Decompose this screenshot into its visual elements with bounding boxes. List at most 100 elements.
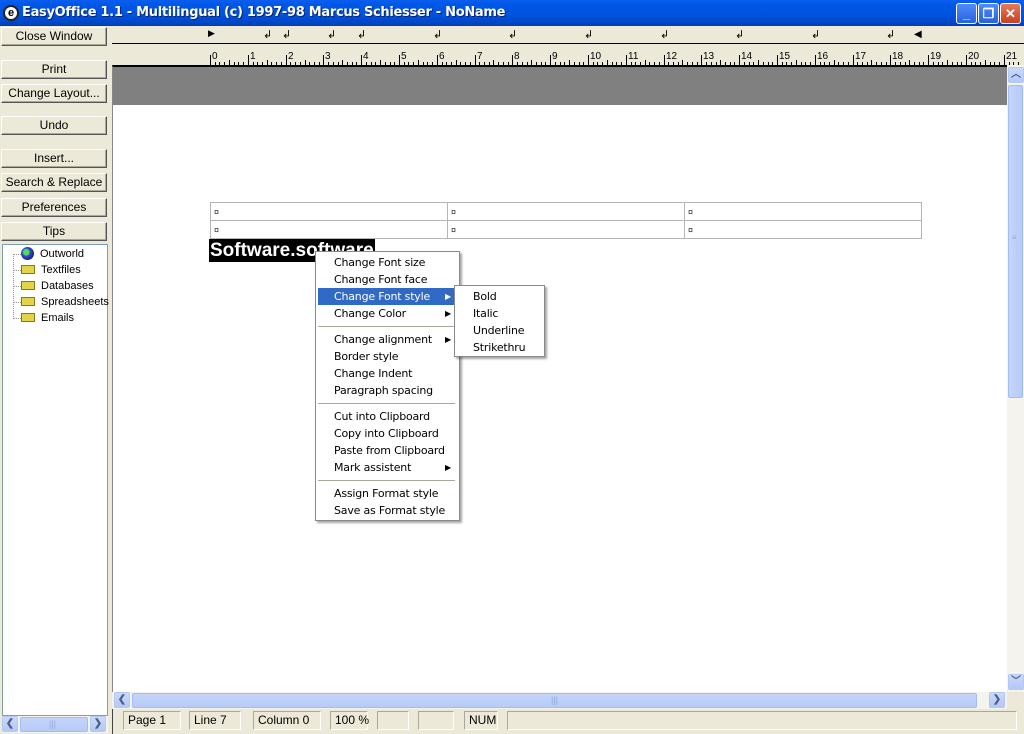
ruler-major-tick [361, 55, 362, 65]
scroll-left-button[interactable]: ❮ [2, 716, 18, 732]
scroll-right-button[interactable]: ❯ [989, 692, 1005, 708]
ruler-number: 7 [477, 51, 483, 62]
grip-icon: ≡ [1012, 233, 1017, 242]
tree-connector [13, 286, 21, 287]
scroll-right-button[interactable]: ❯ [90, 716, 106, 732]
tab-stop-marker[interactable]: ↲ [433, 29, 442, 40]
tree-horizontal-scrollbar[interactable]: ❮ ||| ❯ [2, 716, 108, 733]
close-button[interactable]: ✕ [1000, 3, 1021, 24]
undo-button[interactable]: Undo [1, 116, 107, 135]
ruler-number: 8 [514, 51, 520, 62]
table-cell[interactable]: ¤ [684, 202, 922, 221]
tree-connector [13, 318, 21, 319]
restore-button[interactable]: ❐ [978, 3, 999, 24]
menu-item-label: Change Indent [334, 367, 413, 380]
status-bar: Page 1 Line 7 Column 0 100 % NUM [112, 709, 1024, 734]
menu-item-paste-from-clipboard[interactable]: Paste from Clipboard [318, 442, 457, 459]
scroll-down-button[interactable]: ﹀ [1008, 674, 1024, 690]
document-area[interactable]: ¤ ¤ ¤ ¤ ¤ ¤ Software.software [112, 65, 1007, 692]
menu-item-change-color[interactable]: Change Color ▶ [318, 305, 457, 322]
table-cell[interactable]: ¤ [447, 220, 685, 239]
chevron-left-icon: ❮ [5, 718, 15, 729]
table-row: ¤ ¤ ¤ [210, 220, 922, 239]
close-window-button[interactable]: Close Window [1, 27, 107, 46]
ruler-major-tick [853, 55, 854, 65]
preferences-button[interactable]: Preferences [1, 198, 107, 217]
ruler-major-tick [701, 55, 702, 65]
ruler-number: 18 [892, 51, 904, 62]
submenu-item-strikethru[interactable]: Strikethru [457, 339, 542, 356]
menu-item-label: Save as Format style [334, 504, 446, 517]
menu-item-label: Paste from Clipboard [334, 444, 445, 457]
menu-item-change-indent[interactable]: Change Indent [318, 365, 457, 382]
app-icon[interactable]: e [3, 5, 19, 21]
menu-item-copy-into-clipboard[interactable]: Copy into Clipboard [318, 425, 457, 442]
menu-item-paragraph-spacing[interactable]: Paragraph spacing [318, 382, 457, 399]
menu-item-change-font-face[interactable]: Change Font face [318, 271, 457, 288]
tab-stop-marker[interactable]: ↲ [263, 29, 272, 40]
tab-ruler[interactable]: ▶ ↲ ↲ ↲ ↲ ↲ ↲ ↲ ↲ ↲ ↲ ↲ ◀ [112, 26, 1024, 44]
insert-button[interactable]: Insert... [1, 149, 107, 168]
menu-item-save-as-format-style[interactable]: Save as Format style [318, 502, 457, 519]
tab-stop-marker[interactable]: ↲ [811, 29, 820, 40]
measurement-ruler: 0 1 2 3 4 5 6 7 8 9 10 11 12 13 14 15 16 17 18 19 20 21 [112, 44, 1024, 65]
print-button[interactable]: Print [1, 60, 107, 79]
change-layout-button[interactable]: Change Layout... [1, 84, 107, 103]
tab-stop-marker[interactable]: ↲ [508, 29, 517, 40]
table-cell[interactable]: ¤ [684, 220, 922, 239]
submenu-item-bold[interactable]: Bold [457, 288, 542, 305]
vertical-scrollbar[interactable]: ︿ ≡ ﹀ [1007, 65, 1024, 692]
tree-item-textfiles[interactable]: Textfiles [21, 262, 81, 278]
close-icon: ✕ [1005, 6, 1016, 21]
tree-item-outworld[interactable]: Outworld [21, 246, 84, 262]
status-page: Page 1 [123, 711, 181, 730]
grip-icon: ||| [551, 695, 559, 705]
table-cell[interactable]: ¤ [447, 202, 685, 221]
scroll-left-button[interactable]: ❮ [114, 692, 130, 708]
menu-item-change-alignment[interactable]: Change alignment ▶ [318, 331, 457, 348]
tree-item-emails[interactable]: Emails [21, 310, 74, 326]
ruler-major-tick [286, 55, 287, 65]
table-cell[interactable]: ¤ [210, 202, 448, 221]
menu-separator [318, 480, 455, 481]
ruler-major-tick [664, 55, 665, 65]
menu-item-assign-format-style[interactable]: Assign Format style [318, 485, 457, 502]
menu-item-label: Mark assistent [334, 461, 412, 474]
tab-stop-marker[interactable]: ↲ [327, 29, 336, 40]
scroll-up-button[interactable]: ︿ [1008, 67, 1024, 83]
chevron-down-icon: ﹀ [1011, 676, 1021, 687]
right-indent-marker[interactable]: ◀ [914, 29, 922, 40]
ruler-number: 5 [401, 51, 407, 62]
ruler-number: 20 [968, 51, 980, 62]
menu-item-cut-into-clipboard[interactable]: Cut into Clipboard [318, 408, 457, 425]
menu-item-mark-assistent[interactable]: Mark assistent ▶ [318, 459, 457, 476]
menu-item-change-font-style[interactable]: Change Font style ▶ [318, 288, 457, 305]
table-cell[interactable]: ¤ [210, 220, 448, 239]
submenu-item-underline[interactable]: Underline [457, 322, 542, 339]
tips-button[interactable]: Tips [1, 222, 107, 241]
tab-stop-marker[interactable]: ↲ [584, 29, 593, 40]
left-indent-marker[interactable]: ▶ [208, 29, 215, 40]
horizontal-scroll-thumb[interactable]: ||| [132, 693, 977, 708]
vertical-scroll-thumb[interactable]: ≡ [1008, 85, 1023, 398]
search-replace-button[interactable]: Search & Replace [1, 173, 107, 192]
menu-item-change-font-size[interactable]: Change Font size [318, 254, 457, 271]
document-table[interactable]: ¤ ¤ ¤ ¤ ¤ ¤ [210, 202, 922, 239]
tab-stop-marker[interactable]: ↲ [660, 29, 669, 40]
menu-item-label: Cut into Clipboard [334, 410, 430, 423]
chevron-up-icon: ︿ [1011, 69, 1021, 80]
minimize-button[interactable]: _ [956, 3, 977, 24]
tab-stop-marker[interactable]: ↲ [357, 29, 366, 40]
folder-tree: Outworld Textfiles Databases Spreadsheet… [2, 244, 109, 716]
menu-item-border-style[interactable]: Border style [318, 348, 457, 365]
tree-item-spreadsheets[interactable]: Spreadsheets [21, 294, 109, 310]
ruler-number: 9 [552, 51, 558, 62]
tab-stop-marker[interactable]: ↲ [735, 29, 744, 40]
tab-stop-marker[interactable]: ↲ [886, 29, 895, 40]
scroll-thumb[interactable]: ||| [20, 717, 88, 732]
ruler-major-tick [210, 55, 211, 65]
horizontal-scrollbar[interactable]: ❮ ||| ❯ [112, 692, 1007, 709]
tree-item-databases[interactable]: Databases [21, 278, 94, 294]
tab-stop-marker[interactable]: ↲ [282, 29, 291, 40]
submenu-item-italic[interactable]: Italic [457, 305, 542, 322]
